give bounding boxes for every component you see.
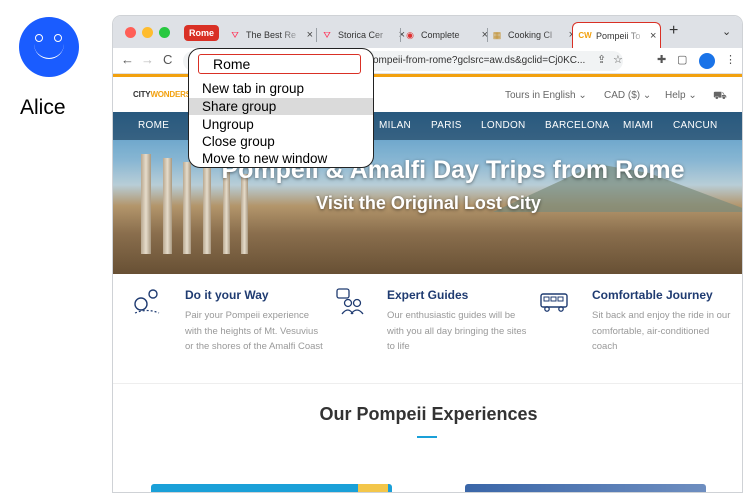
avatar-smile bbox=[34, 39, 64, 59]
feature-description: Sit back and enjoy the ride in our comfo… bbox=[592, 310, 731, 352]
hero-subtitle: Visit the Original Lost City bbox=[316, 193, 541, 213]
feature-title: Expert Guides bbox=[387, 288, 469, 302]
chevron-down-icon: ⌄ bbox=[578, 90, 587, 101]
feature-description: Our enthusiastic guides will be with you… bbox=[387, 310, 527, 352]
map-pin-icon bbox=[134, 289, 160, 314]
menu-item-close-group[interactable]: Close group bbox=[189, 133, 373, 150]
menu-rome[interactable]: ROME bbox=[138, 120, 169, 131]
menu-cancun[interactable]: CANCUN bbox=[673, 120, 718, 131]
currency-selector[interactable]: CAD ($) ⌄ bbox=[604, 90, 651, 101]
logo-prefix: CITY bbox=[133, 90, 151, 99]
tab-strip: Rome ⛛ The Best Re × ⛛ Storica Cer × ◉ C… bbox=[113, 16, 742, 48]
tab-3[interactable]: ◉ Complete × bbox=[404, 22, 488, 48]
menu-miami[interactable]: MIAMI bbox=[623, 120, 653, 131]
tab-title: Cooking Cl bbox=[508, 30, 553, 40]
chevron-down-icon: ⌄ bbox=[688, 90, 697, 101]
tab-title: Storica Cer bbox=[338, 30, 384, 40]
new-tab-button[interactable]: + bbox=[669, 22, 678, 40]
cart-icon[interactable]: ⛟ bbox=[713, 90, 727, 104]
site-logo[interactable]: CITYWONDERS bbox=[133, 90, 191, 99]
menu-item-move-to-new-window[interactable]: Move to new window bbox=[189, 150, 373, 167]
menu-item-share-group[interactable]: Share group bbox=[189, 98, 373, 115]
back-icon[interactable]: ← bbox=[121, 52, 134, 67]
side-panel-icon[interactable]: ▢ bbox=[677, 53, 687, 66]
minimize-window-button[interactable] bbox=[142, 27, 153, 38]
record-icon: ◉ bbox=[406, 29, 414, 40]
tab-separator bbox=[400, 28, 401, 42]
image-icon: ▦ bbox=[492, 29, 502, 40]
section-underline bbox=[417, 436, 437, 438]
tab-title: Complete bbox=[421, 30, 460, 40]
feature-description: Pair your Pompeii experience with the he… bbox=[185, 310, 323, 352]
bookmark-star-icon[interactable]: ☆ bbox=[613, 53, 623, 66]
citywonders-icon: CW bbox=[578, 31, 592, 40]
feature-title: Do it your Way bbox=[185, 288, 269, 302]
group-name-input[interactable] bbox=[198, 54, 361, 74]
browser-menu-icon[interactable]: ⋮ bbox=[725, 53, 736, 66]
forward-icon[interactable]: → bbox=[141, 52, 154, 67]
chevron-down-icon: ⌄ bbox=[642, 90, 652, 101]
tab-group-chip[interactable]: Rome bbox=[184, 25, 220, 41]
tab-title: Pompeii To bbox=[596, 30, 641, 41]
tab-group-context-menu: New tab in group Share group Ungroup Clo… bbox=[188, 48, 374, 168]
user-avatar bbox=[19, 17, 79, 77]
menu-london[interactable]: LONDON bbox=[481, 120, 526, 131]
maximize-window-button[interactable] bbox=[159, 27, 170, 38]
user-name: Alice bbox=[20, 96, 66, 119]
menu-item-new-tab-in-group[interactable]: New tab in group bbox=[189, 80, 373, 97]
share-icon[interactable]: ⇪ bbox=[597, 53, 606, 66]
reload-icon[interactable]: C bbox=[163, 52, 172, 67]
help-label: Help bbox=[665, 90, 686, 101]
tab-4[interactable]: ▦ Cooking Cl × bbox=[491, 22, 575, 48]
close-tab-icon[interactable]: × bbox=[650, 30, 656, 42]
tab-1[interactable]: ⛛ The Best Re × bbox=[229, 22, 313, 48]
close-window-button[interactable] bbox=[125, 27, 136, 38]
experience-card[interactable] bbox=[465, 484, 706, 492]
profile-icon[interactable] bbox=[699, 53, 715, 69]
tab-2[interactable]: ⛛ Storica Cer × bbox=[321, 22, 405, 48]
features-row: Do it your Way Pair your Pompeii experie… bbox=[113, 274, 742, 384]
section-title: Our Pompeii Experiences bbox=[319, 404, 538, 424]
tab-separator bbox=[487, 28, 488, 42]
tab-search-icon[interactable]: ⌄ bbox=[722, 25, 731, 38]
language-selector[interactable]: Tours in English ⌄ bbox=[505, 90, 587, 101]
logo-suffix: WONDERS bbox=[150, 90, 191, 99]
menu-milan[interactable]: MILAN bbox=[379, 120, 411, 131]
menu-item-ungroup[interactable]: Ungroup bbox=[189, 116, 373, 133]
tab-5-active[interactable]: CW Pompeii To × bbox=[572, 22, 661, 48]
screen: Alice Rome ⛛ The Best Re × ⛛ Storica Cer… bbox=[0, 0, 751, 503]
language-label: Tours in English bbox=[505, 90, 576, 101]
airbnb-icon: ⛛ bbox=[323, 29, 331, 40]
tab-separator bbox=[316, 28, 317, 42]
experience-card[interactable] bbox=[151, 484, 392, 492]
menu-paris[interactable]: PARIS bbox=[431, 120, 462, 131]
airbnb-icon: ⛛ bbox=[231, 29, 239, 40]
close-tab-icon[interactable]: × bbox=[307, 29, 313, 41]
menu-barcelona[interactable]: BARCELONA bbox=[545, 120, 609, 131]
bus-icon bbox=[540, 293, 568, 312]
help-menu[interactable]: Help ⌄ bbox=[665, 90, 697, 101]
ruin-column bbox=[241, 174, 248, 254]
extensions-icon[interactable]: ✚ bbox=[657, 53, 666, 66]
people-icon bbox=[336, 288, 364, 315]
feature-title: Comfortable Journey bbox=[592, 288, 713, 302]
tab-title: The Best Re bbox=[246, 30, 297, 40]
currency-label: CAD ($) bbox=[604, 90, 641, 101]
